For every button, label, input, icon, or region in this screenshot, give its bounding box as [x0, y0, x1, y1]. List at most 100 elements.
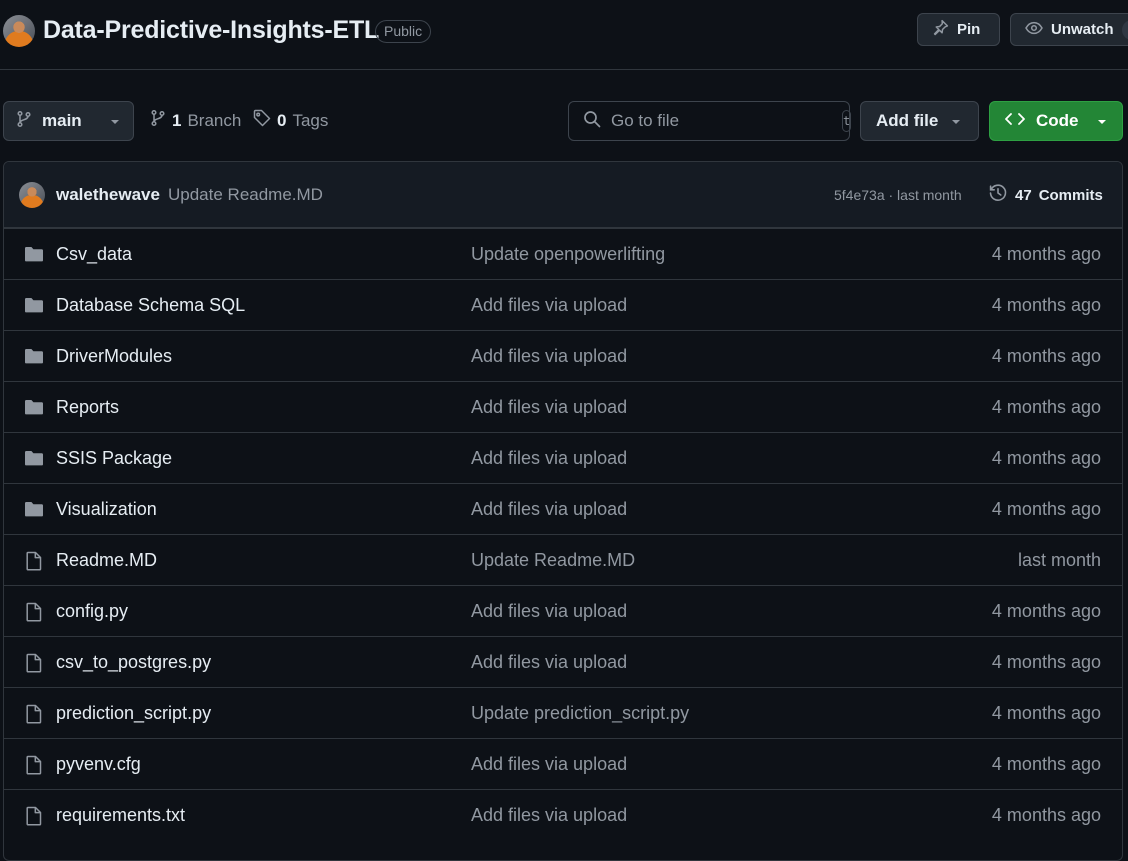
unwatch-button[interactable]: Unwatch 1: [1010, 13, 1128, 46]
branches-count: 1: [172, 110, 182, 130]
file-name-link[interactable]: prediction_script.py: [56, 703, 211, 724]
file-name-link[interactable]: Csv_data: [56, 244, 132, 265]
commits-count: 47: [1015, 186, 1032, 204]
file-commit-message[interactable]: Update Readme.MD: [471, 550, 635, 571]
watch-count: 1: [1121, 19, 1128, 40]
repo-title[interactable]: Data-Predictive-Insights-ETL: [43, 16, 379, 45]
file-browser: walethewave Update Readme.MD 5f4e73a · l…: [3, 161, 1123, 861]
file-commit-age: 4 months ago: [991, 499, 1101, 519]
pin-label: Pin: [957, 21, 981, 38]
file-name-link[interactable]: SSIS Package: [56, 448, 172, 469]
add-file-button[interactable]: Add file: [860, 101, 979, 141]
keyboard-shortcut-hint: t: [842, 110, 852, 132]
file-row[interactable]: csv_to_postgres.py Add files via upload 4 …: [4, 636, 1122, 687]
tag-icon: [253, 109, 271, 132]
folder-icon: [24, 500, 44, 523]
file-commit-message[interactable]: Add files via upload: [471, 601, 627, 622]
owner-avatar[interactable]: [3, 15, 35, 47]
tags-link[interactable]: 0 Tags: [253, 109, 328, 132]
file-row[interactable]: prediction_script.py Update prediction_sc…: [4, 687, 1122, 738]
file-row[interactable]: requirements.txt Add files via upload 4 mo…: [4, 789, 1122, 840]
file-row[interactable]: DriverModules Add files via upload 4 month…: [4, 330, 1122, 381]
file-commit-age: 4 months ago: [991, 397, 1101, 417]
file-commit-message[interactable]: Update prediction_script.py: [471, 703, 689, 724]
commit-author[interactable]: walethewave: [56, 185, 160, 205]
file-row[interactable]: pyvenv.cfg Add files via upload 4 months a…: [4, 738, 1122, 789]
file-name-link[interactable]: Database Schema SQL: [56, 295, 245, 316]
file-commit-age: 4 months ago: [991, 346, 1101, 366]
file-icon: [25, 806, 43, 831]
eye-icon: [1025, 20, 1043, 40]
folder-icon: [24, 449, 44, 472]
file-commit-age: 4 months ago: [991, 805, 1101, 825]
file-name-link[interactable]: DriverModules: [56, 346, 172, 367]
file-name-link[interactable]: requirements.txt: [56, 805, 185, 826]
commit-sha-time[interactable]: 5f4e73a · last month: [834, 187, 962, 203]
chevron-down-icon: [1096, 111, 1108, 131]
commits-label: Commits: [1038, 186, 1103, 204]
search-icon: [583, 110, 601, 133]
file-name-link[interactable]: Visualization: [56, 499, 157, 520]
file-commit-message[interactable]: Add files via upload: [471, 499, 627, 520]
commit-message[interactable]: Update Readme.MD: [168, 185, 323, 205]
file-commit-message[interactable]: Add files via upload: [471, 346, 627, 367]
file-icon: [25, 755, 43, 780]
folder-icon: [24, 296, 44, 319]
visibility-badge: Public: [375, 20, 432, 43]
folder-icon: [24, 398, 44, 421]
file-commit-age: last month: [1017, 550, 1101, 570]
file-commit-age: 4 months ago: [991, 754, 1101, 774]
author-avatar[interactable]: [19, 182, 45, 208]
latest-commit-bar: walethewave Update Readme.MD 5f4e73a · l…: [4, 162, 1122, 228]
file-icon: [25, 602, 43, 627]
file-row[interactable]: Csv_data Update openpowerlifting 4 months …: [4, 228, 1122, 279]
file-name-link[interactable]: Reports: [56, 397, 119, 418]
file-commit-message[interactable]: Add files via upload: [471, 397, 627, 418]
code-label: Code: [1036, 111, 1079, 130]
file-icon: [25, 704, 43, 729]
branch-selector[interactable]: main: [3, 101, 134, 141]
file-row[interactable]: SSIS Package Add files via upload 4 months…: [4, 432, 1122, 483]
file-commit-age: 4 months ago: [991, 703, 1101, 723]
branch-icon: [150, 109, 166, 132]
code-button[interactable]: Code: [989, 101, 1123, 141]
branches-label: Branch: [187, 110, 242, 130]
file-name-link[interactable]: config.py: [56, 601, 128, 622]
tags-count: 0: [277, 110, 287, 130]
branch-name: main: [42, 111, 82, 130]
pin-icon: [932, 19, 949, 40]
file-commit-message[interactable]: Add files via upload: [471, 295, 627, 316]
repo-header: Data-Predictive-Insights-ETL Public Pin …: [0, 0, 1128, 70]
history-icon: [988, 183, 1008, 207]
file-name-link[interactable]: csv_to_postgres.py: [56, 652, 211, 673]
file-name-link[interactable]: Readme.MD: [56, 550, 157, 571]
file-row[interactable]: Reports Add files via upload 4 months ago: [4, 381, 1122, 432]
branches-link[interactable]: 1 Branch: [150, 109, 241, 132]
add-file-label: Add file: [876, 111, 939, 130]
file-name-link[interactable]: pyvenv.cfg: [56, 754, 141, 775]
code-icon: [1004, 111, 1026, 132]
branch-icon: [16, 110, 32, 133]
chevron-down-icon: [109, 111, 121, 131]
file-row[interactable]: Visualization Add files via upload 4 month…: [4, 483, 1122, 534]
tags-label: Tags: [292, 110, 329, 130]
folder-icon: [24, 245, 44, 268]
file-commit-message[interactable]: Add files via upload: [471, 448, 627, 469]
file-row[interactable]: Database Schema SQL Add files via upload 4…: [4, 279, 1122, 330]
file-icon: [25, 551, 43, 576]
pin-button[interactable]: Pin: [917, 13, 1000, 46]
search-input[interactable]: [611, 111, 832, 131]
file-commit-message[interactable]: Add files via upload: [471, 652, 627, 673]
file-commit-age: 4 months ago: [991, 601, 1101, 621]
file-commit-age: 4 months ago: [991, 652, 1101, 672]
file-commit-age: 4 months ago: [991, 244, 1101, 264]
file-commit-message[interactable]: Add files via upload: [471, 805, 627, 826]
file-commit-message[interactable]: Update openpowerlifting: [471, 244, 665, 265]
go-to-file-search[interactable]: t: [568, 101, 852, 141]
unwatch-label: Unwatch: [1051, 21, 1114, 38]
file-row[interactable]: Readme.MD Update Readme.MD last month: [4, 534, 1122, 585]
file-row[interactable]: config.py Add files via upload 4 months ag…: [4, 585, 1122, 636]
commits-history-link[interactable]: 47 Commits: [988, 183, 1103, 207]
file-commit-age: 4 months ago: [991, 448, 1101, 468]
file-commit-message[interactable]: Add files via upload: [471, 754, 627, 775]
